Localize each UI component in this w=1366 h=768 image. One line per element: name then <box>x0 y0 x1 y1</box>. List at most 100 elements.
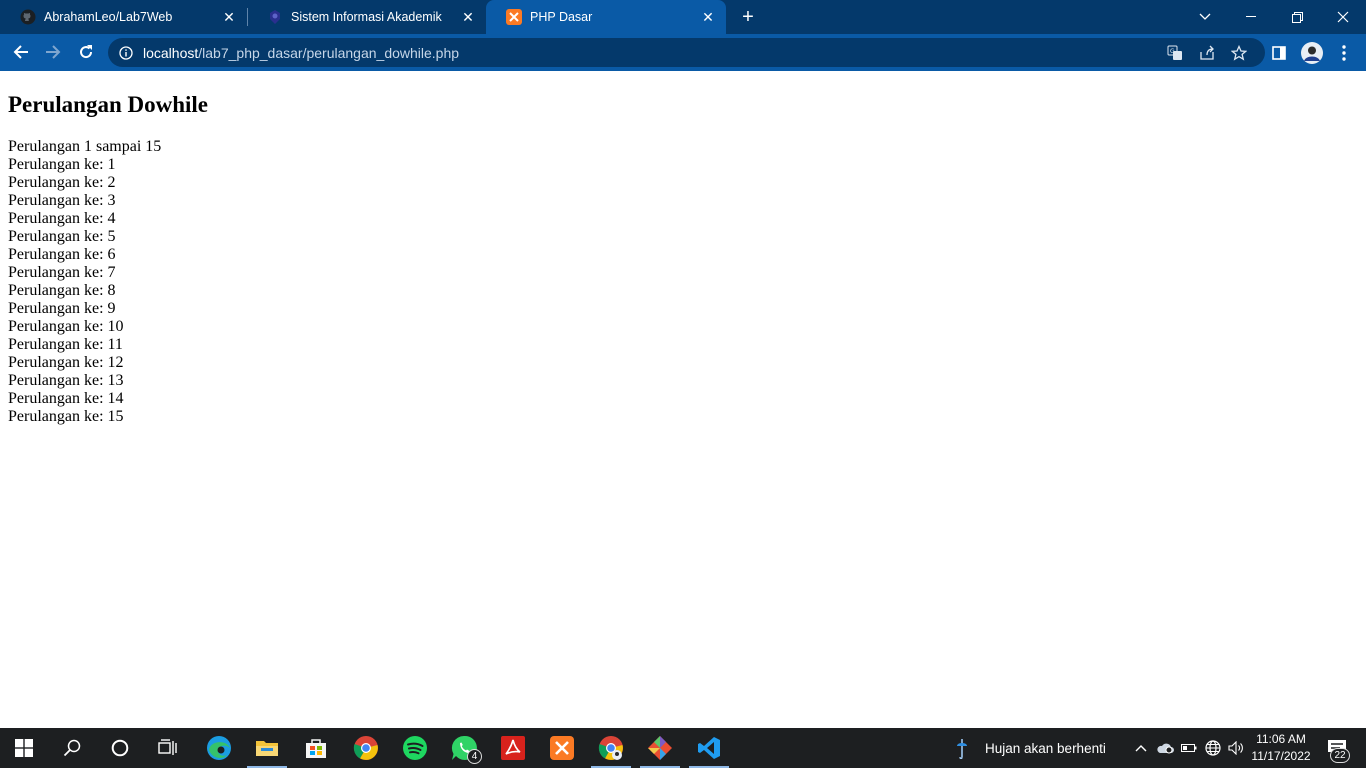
restore-button[interactable] <box>1274 0 1320 34</box>
taskbar-chrome[interactable] <box>342 728 390 768</box>
site-favicon-icon <box>267 9 283 25</box>
network-globe-icon[interactable] <box>1203 728 1223 768</box>
taskbar-xampp[interactable] <box>538 728 586 768</box>
loop-line: Perulangan ke: 3 <box>8 192 116 209</box>
xampp-icon <box>550 736 574 760</box>
edge-icon <box>207 736 231 760</box>
search-button[interactable] <box>48 728 96 768</box>
side-panel-icon <box>1272 46 1286 60</box>
avatar <box>1301 42 1323 64</box>
action-center-button[interactable]: 22 <box>1322 728 1352 768</box>
weather-widget[interactable]: Hujan akan berhenti <box>955 728 1106 768</box>
loop-line: Perulangan ke: 10 <box>8 318 124 335</box>
show-hidden-icons-button[interactable] <box>1132 728 1150 768</box>
close-window-button[interactable] <box>1320 0 1366 34</box>
address-bar[interactable]: localhost/lab7_php_dasar/perulangan_dowh… <box>108 38 1265 67</box>
tab-strip: AbrahamLeo/Lab7Web ✕ Sistem Informasi Ak… <box>0 0 1366 34</box>
tab-title: Sistem Informasi Akademik <box>291 10 442 24</box>
loop-line: Perulangan ke: 7 <box>8 264 116 281</box>
system-clock[interactable]: 11:06 AM 11/17/2022 <box>1248 731 1314 765</box>
url-text: localhost/lab7_php_dasar/perulangan_dowh… <box>143 45 459 61</box>
cortana-button[interactable] <box>96 728 144 768</box>
loop-line: Perulangan ke: 12 <box>8 354 124 371</box>
more-vertical-icon <box>1342 45 1346 61</box>
loop-line: Perulangan ke: 15 <box>8 408 124 425</box>
url-path: /lab7_php_dasar/perulangan_dowhile.php <box>198 44 460 61</box>
translate-icon[interactable]: G <box>1166 45 1184 61</box>
xampp-icon <box>506 9 522 25</box>
close-icon <box>1337 11 1349 23</box>
info-icon[interactable] <box>119 45 133 60</box>
taskbar-file-explorer[interactable] <box>243 728 291 768</box>
loop-line: Perulangan ke: 14 <box>8 390 124 407</box>
new-tab-button[interactable]: + <box>736 6 760 28</box>
reload-icon <box>80 45 93 59</box>
taskbar-edge[interactable] <box>195 728 243 768</box>
tab-title: AbrahamLeo/Lab7Web <box>44 10 173 24</box>
search-icon <box>63 739 81 757</box>
tab-php-dasar[interactable]: PHP Dasar ✕ <box>486 0 726 34</box>
onedrive-icon[interactable] <box>1155 728 1175 768</box>
notification-badge: 4 <box>467 749 482 764</box>
volume-icon[interactable] <box>1226 728 1246 768</box>
bookmark-star-icon[interactable] <box>1230 45 1248 61</box>
page-content: Perulangan Dowhile Perulangan 1 sampai 1… <box>8 71 208 426</box>
tab-close-icon[interactable]: ✕ <box>700 9 716 25</box>
menu-button[interactable] <box>1333 42 1355 64</box>
taskbar-store[interactable] <box>292 728 340 768</box>
taskbar-vscode[interactable] <box>685 728 733 768</box>
taskbar-acrobat[interactable] <box>489 728 537 768</box>
task-view-icon <box>158 739 177 755</box>
github-icon <box>20 9 36 25</box>
tab-sistem-informasi[interactable]: Sistem Informasi Akademik ✕ <box>247 0 486 34</box>
spotify-icon <box>403 736 427 760</box>
url-host: localhost <box>143 44 199 61</box>
tab-search-button[interactable] <box>1182 0 1228 34</box>
acrobat-icon <box>501 736 525 760</box>
intro-text: Perulangan 1 sampai 15 <box>8 138 162 155</box>
minimize-icon <box>1246 16 1256 17</box>
tab-close-icon[interactable]: ✕ <box>221 9 237 25</box>
taskbar-chrome-profile[interactable] <box>587 728 635 768</box>
loop-line: Perulangan ke: 2 <box>8 174 116 191</box>
back-button[interactable] <box>7 38 35 66</box>
taskbar-spotify[interactable] <box>391 728 439 768</box>
forward-button[interactable] <box>39 38 67 66</box>
share-icon[interactable] <box>1198 45 1216 61</box>
profile-button[interactable] <box>1301 42 1323 64</box>
loop-line: Perulangan ke: 8 <box>8 282 116 299</box>
chrome-profile-icon <box>598 736 623 760</box>
git-icon <box>648 736 672 760</box>
loop-output-list: Perulangan ke: 1 Perulangan ke: 2 Perula… <box>8 156 208 426</box>
arrow-right-icon <box>46 45 61 59</box>
tab-close-icon[interactable]: ✕ <box>460 9 476 25</box>
tab-github[interactable]: AbrahamLeo/Lab7Web ✕ <box>0 0 247 34</box>
loop-line: Perulangan ke: 1 <box>8 156 116 173</box>
loop-line: Perulangan ke: 11 <box>8 336 123 353</box>
file-explorer-icon <box>256 741 278 756</box>
clock-time: 11:06 AM <box>1256 732 1306 746</box>
restore-icon <box>1291 11 1303 23</box>
task-view-button[interactable] <box>144 728 192 768</box>
vscode-icon <box>698 737 720 759</box>
side-panel-button[interactable] <box>1268 42 1290 64</box>
cortana-icon <box>111 739 129 757</box>
taskbar-whatsapp[interactable]: 4 <box>440 728 488 768</box>
arrow-left-icon <box>13 45 28 59</box>
taskbar-git[interactable] <box>636 728 684 768</box>
reload-button[interactable] <box>72 38 100 66</box>
windows-taskbar: 4 Hujan akan berhenti 11:06 AM 11/17/202… <box>0 728 1366 768</box>
start-icon <box>15 739 33 757</box>
svg-text:G: G <box>1170 48 1175 55</box>
loop-line: Perulangan ke: 4 <box>8 210 116 227</box>
battery-icon[interactable] <box>1179 728 1199 768</box>
chevron-up-icon <box>1135 745 1147 752</box>
start-button[interactable] <box>0 728 48 768</box>
store-icon <box>306 739 326 758</box>
browser-toolbar: localhost/lab7_php_dasar/perulangan_dowh… <box>0 34 1366 71</box>
clock-date: 11/17/2022 <box>1251 749 1311 763</box>
minimize-button[interactable] <box>1228 0 1274 34</box>
loop-line: Perulangan ke: 5 <box>8 228 116 245</box>
tab-title: PHP Dasar <box>530 10 593 24</box>
loop-line: Perulangan ke: 6 <box>8 246 116 263</box>
